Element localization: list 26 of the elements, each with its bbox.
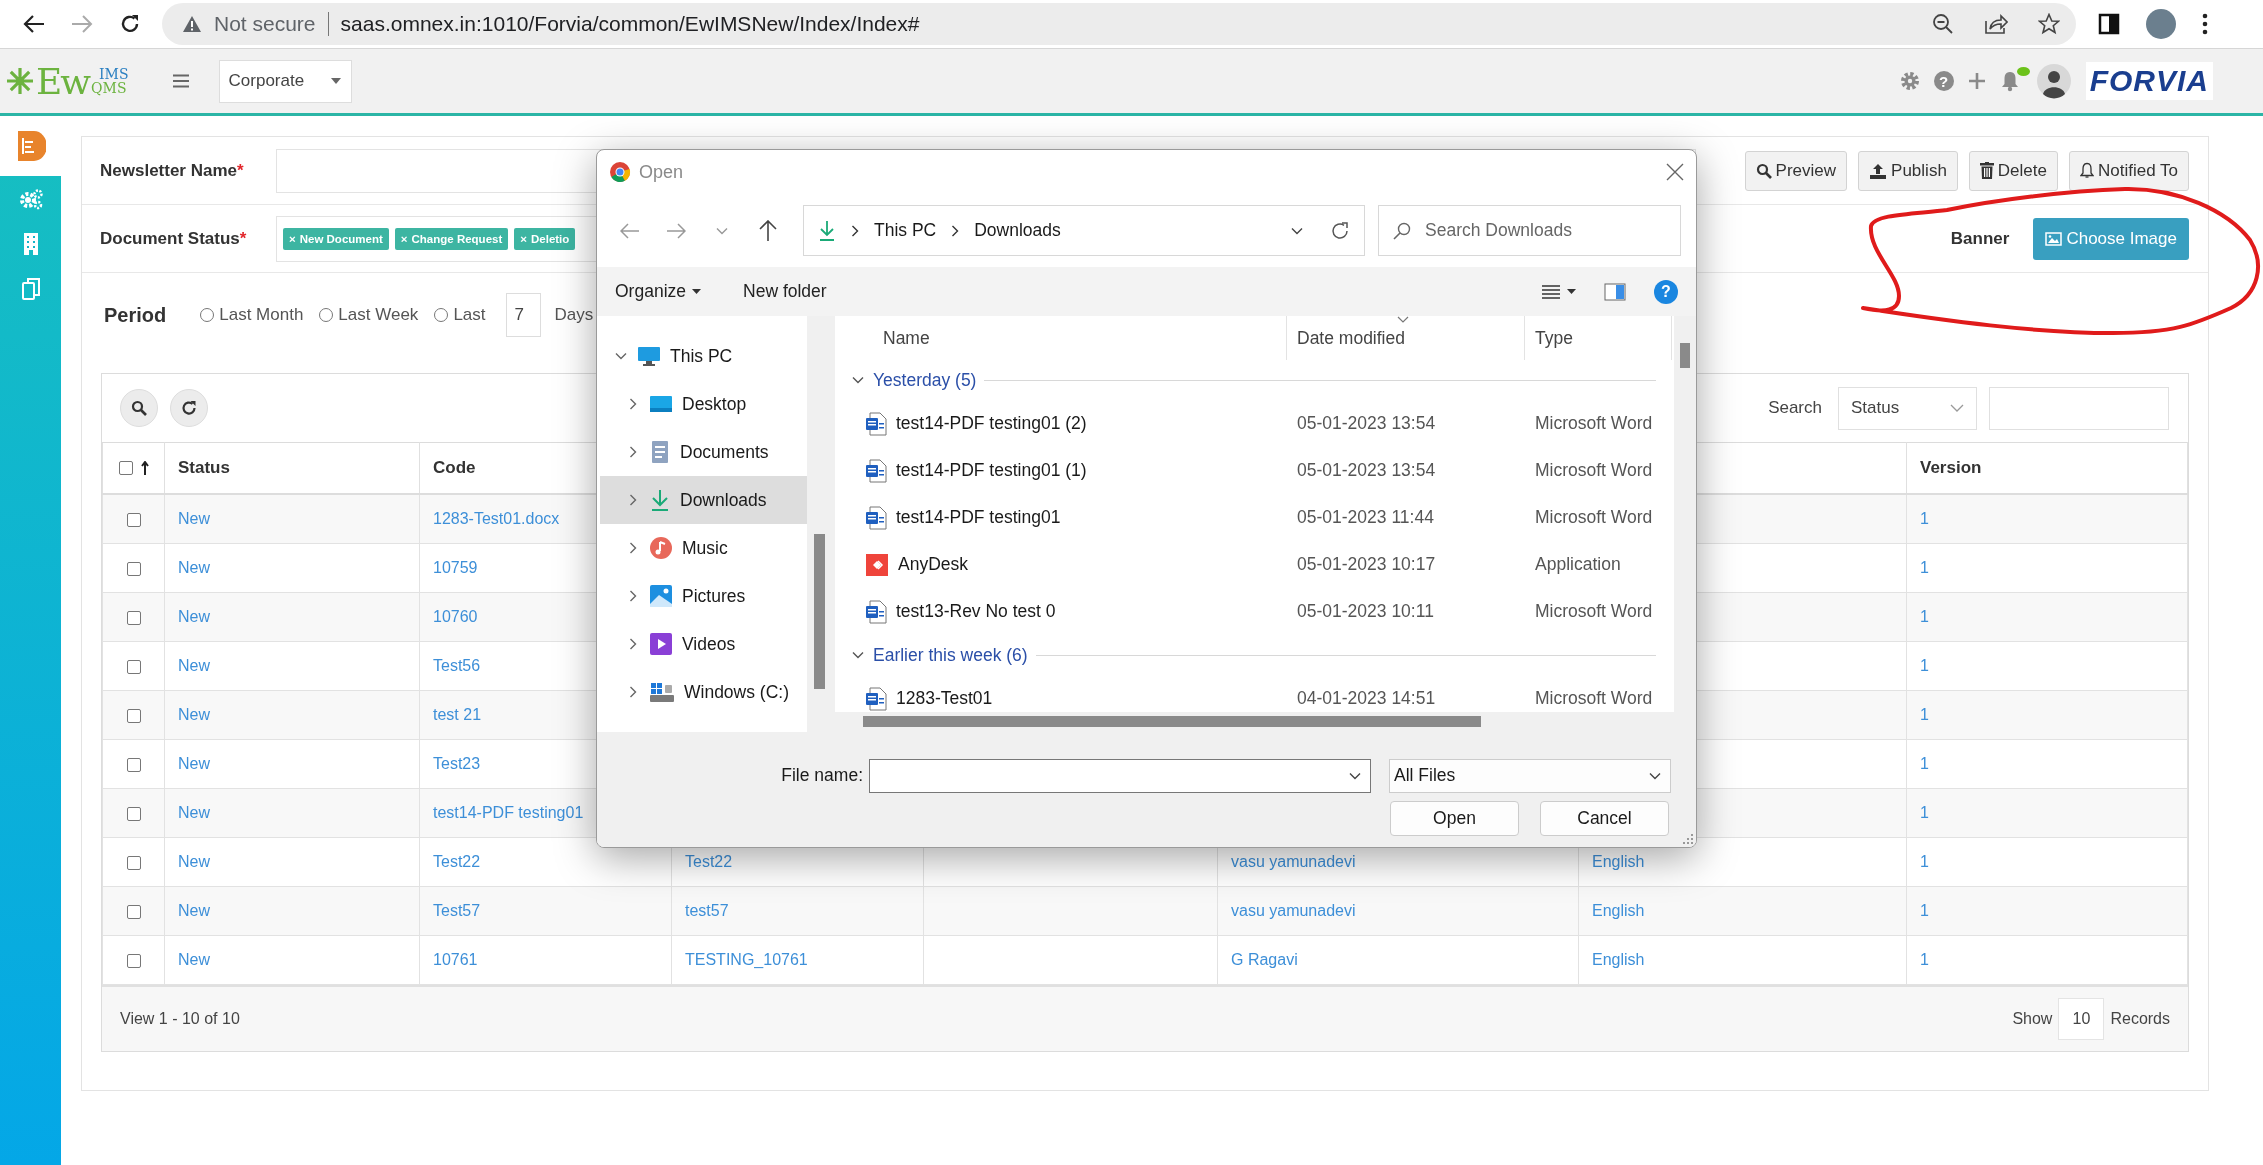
file-date: 05-01-2023 13:54 [1296,413,1437,434]
field-label: Document Status* [100,228,248,249]
days-label: Days [554,305,594,325]
records-label: Records [2110,1010,2170,1028]
file-date: 05-01-2023 13:54 [1296,460,1437,481]
file-date: 04-01-2023 14:51 [1296,688,1437,709]
file-type: Microsoft Word [1534,413,1654,434]
file-type: Microsoft Word [1534,601,1654,622]
file-date: 05-01-2023 11:44 [1296,507,1435,528]
period-label: Period [104,303,167,327]
record-summary: View 1 - 10 of 10 [120,1010,240,1028]
show-label: Show [2012,1010,2053,1028]
url-text: saas.omnex.in:1010/Forvia/common/EwIMSNew/Index/Index# [340,12,920,36]
field-label: Newsletter Name* [100,160,245,181]
search-label: Search [1768,398,1822,418]
banner-label: Banner [1950,228,2010,249]
security-label: Not secure [214,12,316,36]
file-date: 05-01-2023 10:11 [1296,601,1435,622]
brand-logo: FORVIA [2085,62,2213,100]
dialog-title: Open [639,161,684,183]
file-date: 05-01-2023 10:17 [1296,554,1437,575]
file-name-label: File name: [780,765,864,786]
file-type: Microsoft Word [1534,460,1654,481]
file-type: Microsoft Word [1534,688,1654,709]
file-type: Application [1534,554,1622,575]
file-type: Microsoft Word [1534,507,1654,528]
